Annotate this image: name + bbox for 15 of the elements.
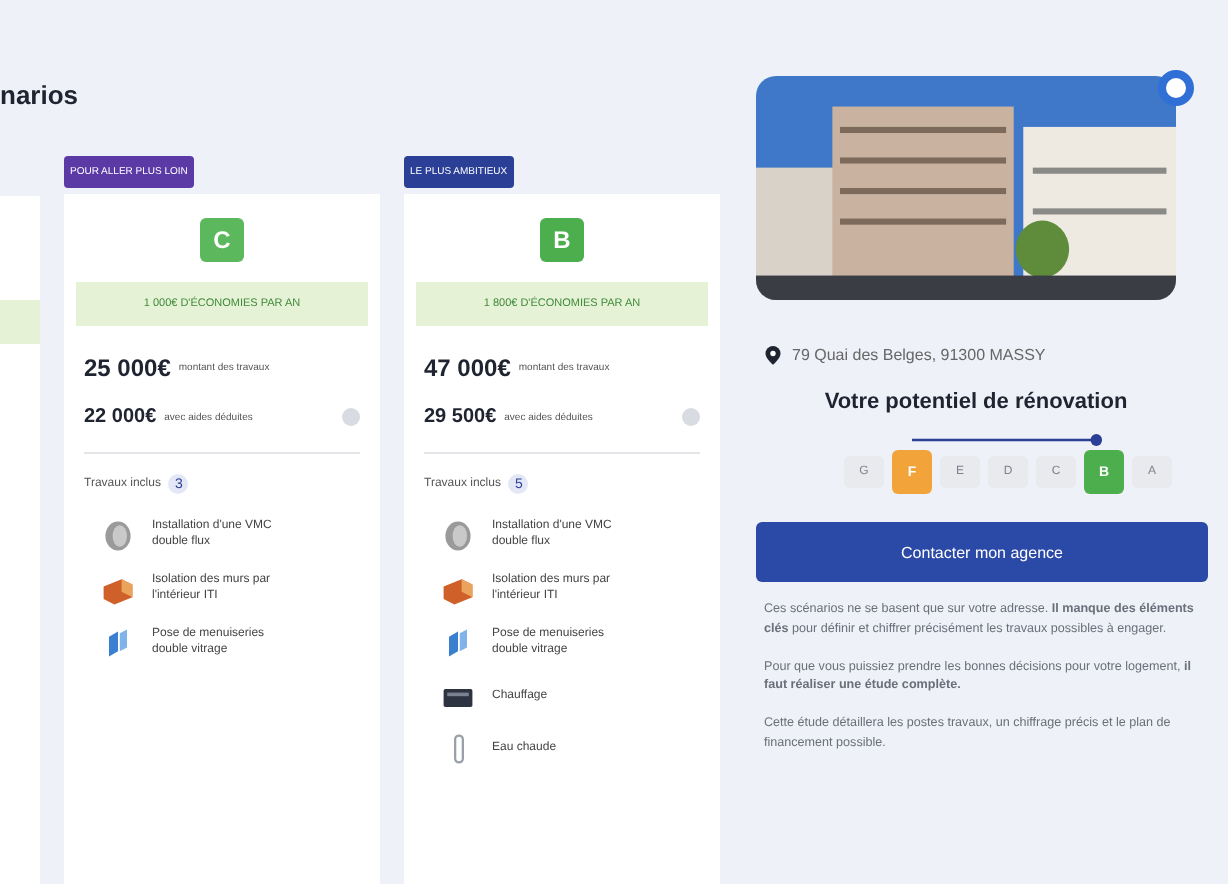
cost-amount: 25 000€: [84, 354, 171, 382]
net-amount: 22 000€: [84, 406, 157, 428]
info-icon[interactable]: [342, 408, 360, 426]
contact-button[interactable]: Contacter mon agence: [756, 522, 1208, 582]
info-icon[interactable]: [682, 408, 700, 426]
address: 79 Quai des Belges, 91300 MASSY: [792, 346, 1046, 364]
net-amount: 29 500€: [424, 406, 497, 428]
fan-disc-icon: [100, 518, 136, 554]
cost-amount: 47 000€: [424, 354, 511, 382]
energy-grade: C: [200, 218, 244, 262]
section-title: narios: [0, 78, 81, 114]
energy-grade: B: [540, 218, 584, 262]
fan-disc-icon: [440, 518, 476, 554]
water-tank-icon: [453, 734, 463, 764]
potential-title: Votre potentiel de rénovation: [822, 390, 1130, 414]
